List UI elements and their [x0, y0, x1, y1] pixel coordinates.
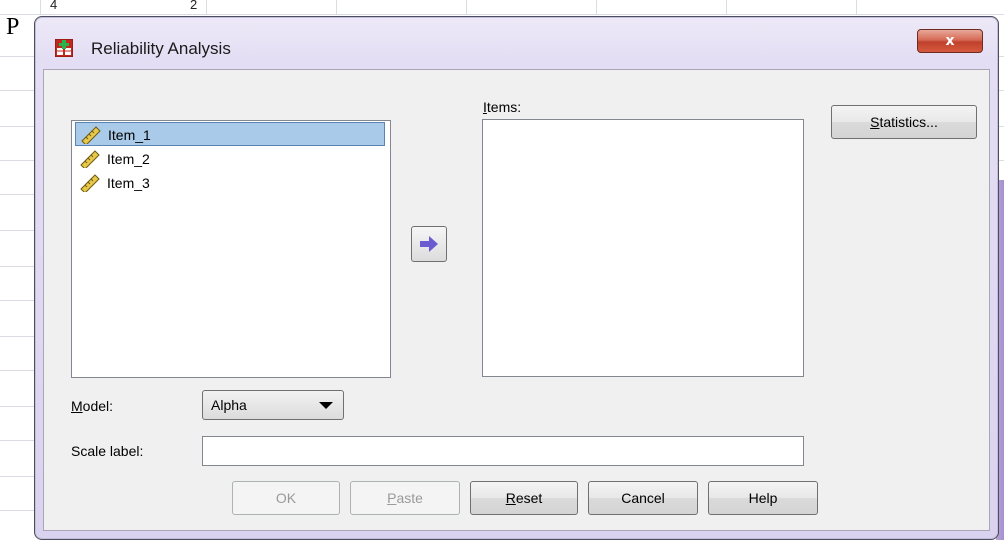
paste-button[interactable]: Paste: [350, 481, 460, 515]
ruler-scale-icon: [80, 150, 100, 168]
reliability-analysis-dialog: Reliability Analysis x Item_1 Item_2 Ite…: [34, 16, 999, 540]
cell-letter: P: [6, 14, 20, 40]
model-dropdown[interactable]: Alpha: [202, 390, 344, 420]
reset-button[interactable]: Reset: [470, 481, 578, 515]
grid-line: [40, 0, 41, 14]
window-title: Reliability Analysis: [91, 39, 231, 58]
grid-line: [466, 0, 467, 14]
arrow-right-icon: [420, 236, 438, 252]
items-list[interactable]: [482, 119, 804, 377]
variable-label: Item_3: [107, 175, 150, 191]
chevron-down-icon: [319, 402, 333, 409]
cancel-button[interactable]: Cancel: [588, 481, 698, 515]
title-bar[interactable]: Reliability Analysis x: [35, 17, 998, 69]
grid-line: [336, 0, 337, 14]
scale-label-input[interactable]: [202, 436, 804, 466]
cell-value: 4: [50, 0, 58, 12]
model-selected-value: Alpha: [211, 397, 247, 413]
dialog-body: Item_1 Item_2 Item_3 Items: Statistics..…: [43, 69, 990, 531]
list-item[interactable]: Item_3: [75, 171, 385, 195]
grid-line: [596, 0, 597, 14]
variable-source-list[interactable]: Item_1 Item_2 Item_3: [71, 120, 391, 378]
grid-line: [856, 0, 857, 14]
grid-line: [206, 0, 207, 14]
cell-value: 2: [190, 0, 198, 12]
grid-line: [726, 0, 727, 14]
model-label: Model:: [71, 398, 114, 414]
items-label: Items:: [483, 99, 522, 115]
variable-label: Item_1: [108, 127, 151, 143]
variable-label: Item_2: [107, 151, 150, 167]
move-to-items-button[interactable]: [411, 226, 447, 262]
ruler-scale-icon: [81, 126, 101, 144]
help-button[interactable]: Help: [708, 481, 818, 515]
close-button[interactable]: x: [917, 29, 983, 53]
close-icon: x: [945, 33, 955, 49]
spss-app-icon: [55, 39, 73, 57]
scale-label-label: Scale label:: [71, 443, 144, 459]
ruler-scale-icon: [80, 174, 100, 192]
ok-button[interactable]: OK: [232, 481, 340, 515]
statistics-button[interactable]: Statistics...: [831, 105, 977, 139]
list-item[interactable]: Item_1: [75, 122, 385, 146]
list-item[interactable]: Item_2: [75, 147, 385, 171]
